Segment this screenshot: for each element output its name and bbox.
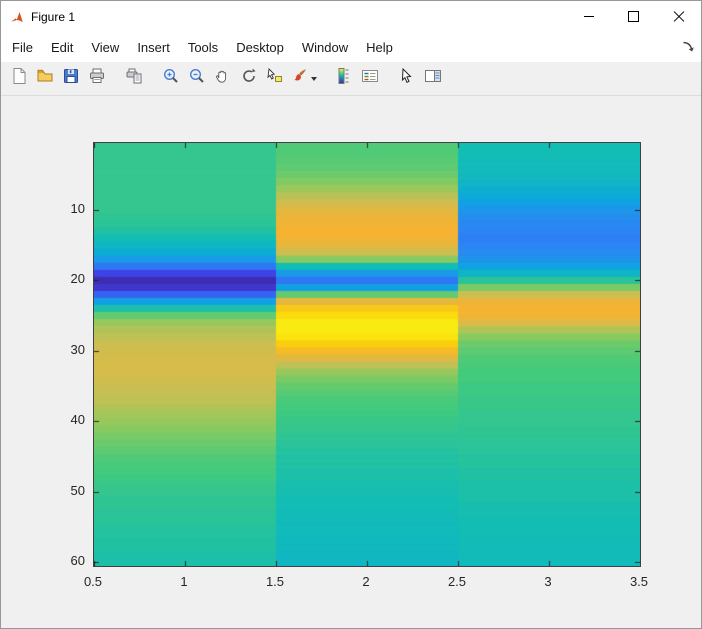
close-icon xyxy=(673,11,685,23)
x-tick-label: 2 xyxy=(362,574,370,589)
x-tick-label: 1.5 xyxy=(265,574,285,589)
menu-edit[interactable]: Edit xyxy=(42,32,82,62)
y-tick-label: 60 xyxy=(70,553,85,569)
insert-colorbar-icon xyxy=(335,67,353,90)
toolbar xyxy=(1,62,701,96)
save-figure-icon xyxy=(62,67,80,90)
print-preview-button[interactable] xyxy=(122,66,146,92)
zoom-out-button[interactable] xyxy=(185,66,209,92)
figure-window: Figure 1 File Edit View Insert Tools Desktop W… xyxy=(0,0,702,629)
close-button[interactable] xyxy=(656,1,701,32)
dock-figure-button[interactable] xyxy=(681,40,695,54)
insert-legend-icon xyxy=(361,67,379,90)
open-file-button[interactable] xyxy=(33,66,57,92)
print-preview-icon xyxy=(125,67,143,90)
matlab-figure-icon xyxy=(9,8,25,25)
zoom-out-icon xyxy=(188,67,206,90)
pan-button[interactable] xyxy=(211,66,235,92)
minimize-icon xyxy=(583,16,594,17)
show-plot-tools-button[interactable] xyxy=(421,66,445,92)
y-tick-label: 50 xyxy=(70,482,85,498)
menu-desktop[interactable]: Desktop xyxy=(227,32,293,62)
y-tick-label: 30 xyxy=(70,341,85,357)
menu-window[interactable]: Window xyxy=(293,32,357,62)
x-tick-label: 1 xyxy=(180,574,188,589)
menu-tools[interactable]: Tools xyxy=(179,32,227,62)
dock-figure-icon xyxy=(683,41,694,52)
x-tick-label: 2.5 xyxy=(447,574,467,589)
print-figure-button[interactable] xyxy=(85,66,109,92)
brush-dropdown-caret-icon[interactable] xyxy=(311,76,317,81)
window-controls xyxy=(566,1,701,32)
new-figure-icon xyxy=(10,67,28,90)
heatmap-canvas xyxy=(93,142,641,567)
pan-icon xyxy=(214,67,232,90)
print-figure-icon xyxy=(88,67,106,90)
maximize-button[interactable] xyxy=(611,1,656,32)
window-title: Figure 1 xyxy=(31,9,76,24)
open-file-icon xyxy=(36,67,54,90)
menu-insert[interactable]: Insert xyxy=(128,32,179,62)
maximize-icon xyxy=(628,11,639,22)
y-tick-label: 20 xyxy=(70,271,85,287)
edit-plot-icon xyxy=(398,67,416,90)
insert-colorbar-button[interactable] xyxy=(332,66,356,92)
menu-file[interactable]: File xyxy=(3,32,42,62)
x-tick-label: 3 xyxy=(544,574,552,589)
figure-area: 0.5 1 1.5 2 2.5 3 3.5 10 20 30 40 50 60 xyxy=(1,96,701,628)
y-tick-label: 40 xyxy=(70,412,85,428)
new-figure-button[interactable] xyxy=(7,66,31,92)
rotate-3d-icon xyxy=(240,67,258,90)
rotate-3d-button[interactable] xyxy=(237,66,261,92)
zoom-in-button[interactable] xyxy=(159,66,183,92)
insert-legend-button[interactable] xyxy=(358,66,382,92)
brush-button[interactable] xyxy=(289,66,319,92)
x-tick-label: 3.5 xyxy=(629,574,649,589)
y-tick-label: 10 xyxy=(70,200,85,216)
menubar: File Edit View Insert Tools Desktop Window Help xyxy=(1,32,701,62)
save-figure-button[interactable] xyxy=(59,66,83,92)
x-tick-label: 0.5 xyxy=(83,574,103,589)
zoom-in-icon xyxy=(162,67,180,90)
edit-plot-button[interactable] xyxy=(395,66,419,92)
data-cursor-icon xyxy=(266,67,284,90)
menu-view[interactable]: View xyxy=(82,32,128,62)
brush-icon xyxy=(291,67,309,90)
minimize-button[interactable] xyxy=(566,1,611,32)
data-cursor-button[interactable] xyxy=(263,66,287,92)
titlebar: Figure 1 xyxy=(1,1,701,32)
show-plot-tools-icon xyxy=(424,67,442,90)
menu-help[interactable]: Help xyxy=(357,32,402,62)
